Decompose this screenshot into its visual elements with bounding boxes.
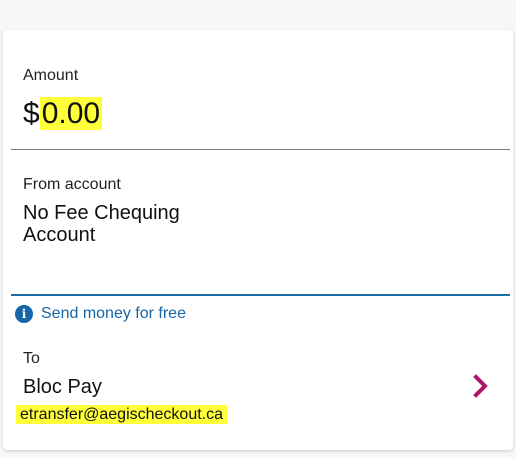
amount-field[interactable]: $0.00 (23, 97, 103, 131)
from-account-divider (11, 294, 510, 296)
to-label: To (23, 350, 40, 367)
from-account-label: From account (23, 176, 121, 193)
recipient-name[interactable]: Bloc Pay (23, 376, 102, 399)
amount-divider (11, 149, 510, 150)
send-money-info[interactable]: i Send money for free (15, 305, 186, 323)
amount-value[interactable]: 0.00 (39, 97, 103, 130)
transfer-form-card: Amount $0.00 From account No Fee Chequin… (3, 30, 513, 450)
amount-label: Amount (23, 67, 79, 84)
recipient-email: etransfer@aegischeckout.ca (16, 404, 228, 426)
chevron-right-icon[interactable] (469, 370, 493, 402)
recipient-email-text: etransfer@aegischeckout.ca (16, 405, 228, 424)
currency-symbol: $ (23, 97, 40, 130)
from-account-selector[interactable]: No Fee Chequing Account (23, 202, 243, 246)
send-money-free-link[interactable]: Send money for free (41, 305, 186, 323)
info-icon: i (15, 305, 33, 323)
